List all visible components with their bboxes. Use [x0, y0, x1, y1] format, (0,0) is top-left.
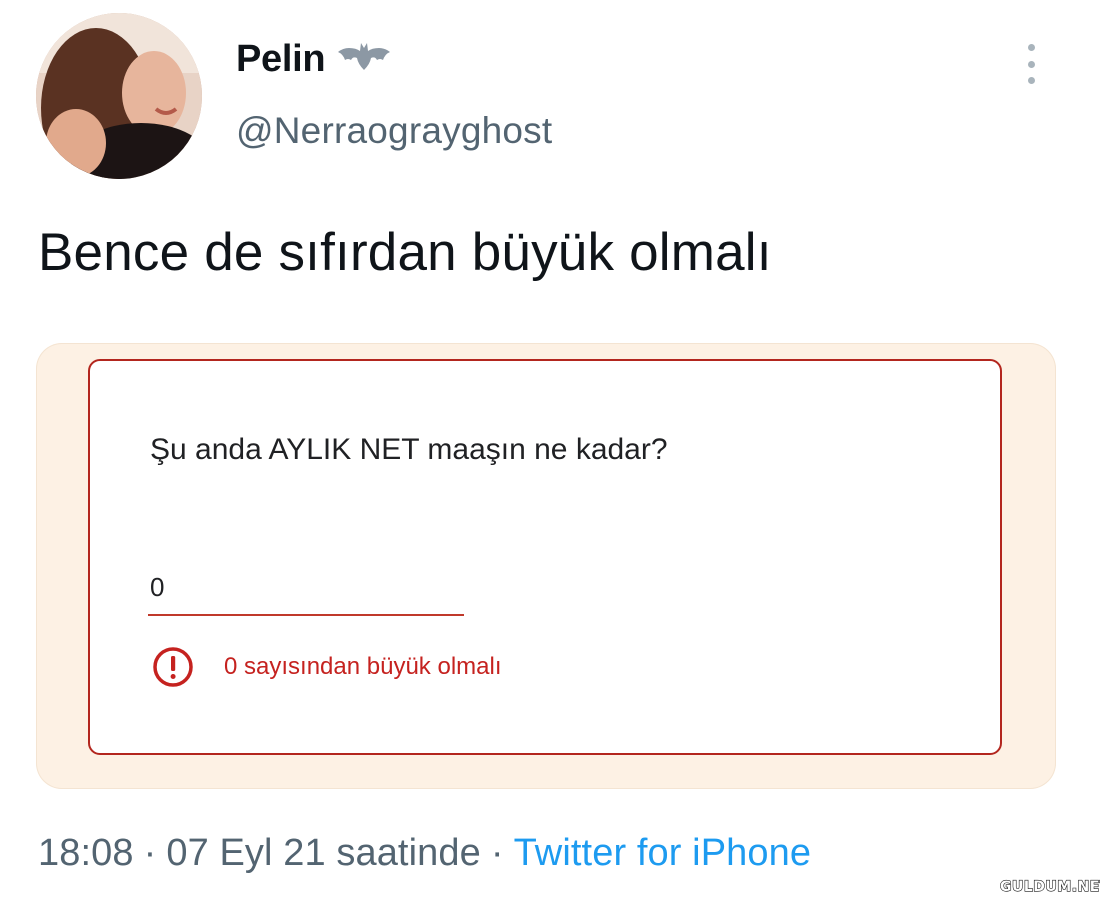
- exclamation-circle-icon: [153, 647, 193, 687]
- more-dot: [1027, 60, 1035, 68]
- form-question: Şu anda AYLIK NET maaşın ne kadar?: [150, 433, 668, 466]
- more-dot: [1027, 77, 1035, 84]
- more-vertical-icon[interactable]: [1016, 42, 1046, 86]
- tweet-footer: 18:08 · 07 Eyl 21 saatinde · Twitter for iPh…: [38, 832, 811, 875]
- avatar[interactable]: [36, 13, 202, 179]
- tweet-date[interactable]: 07 Eyl 21 saatinde: [166, 832, 480, 874]
- bat-icon: [338, 42, 391, 70]
- tweet-text: Bence de sıfırdan büyük olmalı: [38, 223, 772, 282]
- tweet-source-link[interactable]: Twitter for iPhone: [514, 832, 812, 874]
- footer-separator: ·: [143, 832, 157, 874]
- validation-error: 0 sayısından büyük olmalı: [152, 646, 502, 688]
- watermark-logo: GULDUM.NET: [999, 878, 1100, 895]
- author-handle[interactable]: @Nerraograyghost: [236, 110, 552, 152]
- avatar-photo: [36, 13, 202, 179]
- more-dot: [1027, 44, 1035, 51]
- footer-separator: ·: [490, 832, 504, 874]
- author-display-name[interactable]: Pelin: [236, 38, 326, 81]
- salary-answer-input[interactable]: [148, 560, 464, 616]
- form-question-card: [88, 359, 1002, 755]
- error-message: 0 sayısından büyük olmalı: [224, 653, 502, 680]
- tweet-time[interactable]: 18:08: [38, 832, 134, 874]
- author-name-row[interactable]: Pelin: [236, 38, 391, 81]
